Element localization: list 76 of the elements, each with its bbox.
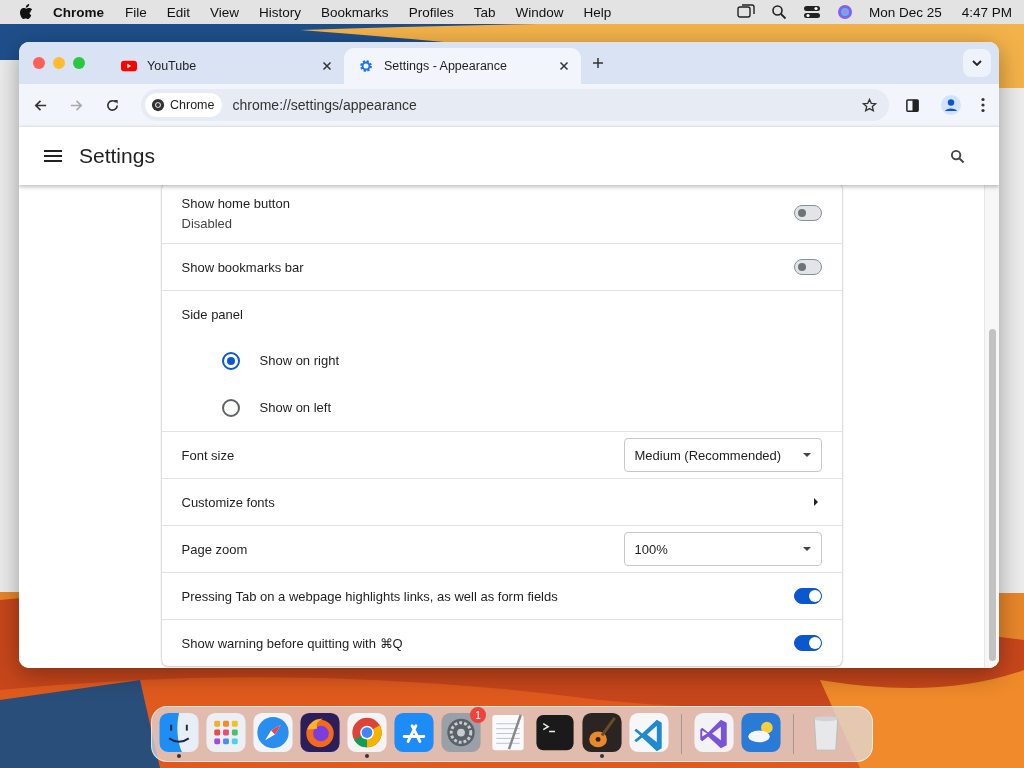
setting-label: Show bookmarks bar	[181, 259, 305, 275]
menu-icon[interactable]	[44, 150, 62, 162]
chevron-down-icon	[972, 60, 982, 66]
menu-item[interactable]: Help	[583, 4, 612, 20]
menu-item[interactable]: Tab	[473, 4, 496, 20]
menu-item[interactable]: Window	[515, 4, 564, 20]
tab-title: YouTube	[147, 59, 198, 73]
radio-button[interactable]	[221, 398, 240, 417]
search-icon[interactable]	[769, 4, 788, 20]
caret-icon	[802, 547, 811, 551]
app-name-menu[interactable]: Chrome	[53, 4, 104, 20]
url-text: chrome://settings/appearance	[232, 97, 417, 113]
setting-label: Show warning before quitting with ⌘Q	[181, 635, 404, 651]
menu-item[interactable]: File	[125, 4, 147, 20]
app-grid-icon[interactable]	[205, 712, 247, 754]
setting-sublabel: Disabled	[181, 215, 234, 231]
gear-icon[interactable]	[440, 712, 482, 754]
ide-icon[interactable]	[693, 712, 735, 754]
toggle-switch[interactable]	[793, 588, 822, 604]
compass-icon[interactable]	[252, 712, 294, 754]
radio-label: Show on right	[259, 353, 339, 368]
page-title: Settings	[79, 144, 155, 168]
radio-button[interactable]	[221, 351, 240, 370]
control-center-icon[interactable]	[802, 4, 821, 20]
browser-logo-icon	[151, 98, 165, 112]
menu-item[interactable]: Edit	[166, 4, 191, 20]
setting-label: Show home button	[181, 195, 291, 211]
menu-item[interactable]: History	[259, 4, 302, 20]
apple-icon[interactable]	[19, 4, 33, 20]
dropdown[interactable]: Medium (Recommended)	[623, 438, 822, 472]
site-chip[interactable]: Chrome	[145, 93, 223, 117]
reload-icon[interactable]	[105, 97, 120, 113]
section-label: Side panel	[181, 306, 243, 322]
radio-label: Show on left	[259, 400, 332, 415]
caret-icon	[802, 453, 811, 457]
setting-label: Font size	[181, 447, 236, 463]
menu-bar-date[interactable]: Mon Dec 25	[868, 4, 942, 20]
dropdown[interactable]: 100%	[623, 532, 822, 566]
tab-search-button[interactable]	[963, 49, 991, 77]
notification-badge: 1	[470, 707, 486, 723]
weather-icon[interactable]	[740, 712, 782, 754]
profile-avatar-icon[interactable]	[941, 95, 961, 115]
finder-icon[interactable]	[158, 712, 200, 754]
setting-link[interactable]: Customize fonts	[181, 494, 814, 510]
close-icon[interactable]	[322, 61, 332, 71]
windows-icon[interactable]	[736, 4, 755, 20]
video-play-icon	[121, 59, 137, 73]
new-tab-icon[interactable]	[592, 57, 604, 69]
caret-icon[interactable]	[813, 498, 818, 506]
browser-tab[interactable]: Settings - Appearance	[344, 48, 581, 84]
siri-icon[interactable]	[835, 4, 854, 20]
toggle-switch[interactable]	[793, 635, 822, 651]
menu-item[interactable]: Profiles	[408, 4, 454, 20]
star-icon[interactable]	[862, 97, 877, 113]
app-store-icon[interactable]	[393, 712, 435, 754]
guitar-icon[interactable]	[581, 712, 623, 754]
toggle-switch[interactable]	[793, 259, 822, 275]
browser-tab[interactable]: YouTube	[107, 48, 344, 84]
menu-bar-time[interactable]: 4:47 PM	[961, 4, 1012, 20]
tab-title: Settings - Appearance	[384, 59, 508, 73]
code-editor-icon[interactable]	[628, 712, 670, 754]
more-options-icon[interactable]	[981, 97, 985, 113]
site-chip-label: Chrome	[170, 98, 215, 112]
search-icon[interactable]	[950, 148, 965, 164]
address-bar[interactable]: Chrome chrome://settings/appearance	[141, 89, 889, 121]
menu-item[interactable]: Bookmarks	[321, 4, 389, 20]
setting-label: Pressing Tab on a webpage highlights links, as well as form fields	[181, 588, 559, 604]
fox-globe-icon[interactable]	[299, 712, 341, 754]
gear-icon	[358, 59, 374, 73]
scrollbar-thumb[interactable]	[988, 329, 996, 661]
setting-label: Page zoom	[181, 541, 249, 557]
close-icon[interactable]	[559, 61, 569, 71]
toggle-switch[interactable]	[793, 205, 822, 221]
chrome-icon[interactable]	[346, 712, 388, 754]
side-panel-icon[interactable]	[905, 97, 920, 113]
menu-item[interactable]: View	[210, 4, 240, 20]
